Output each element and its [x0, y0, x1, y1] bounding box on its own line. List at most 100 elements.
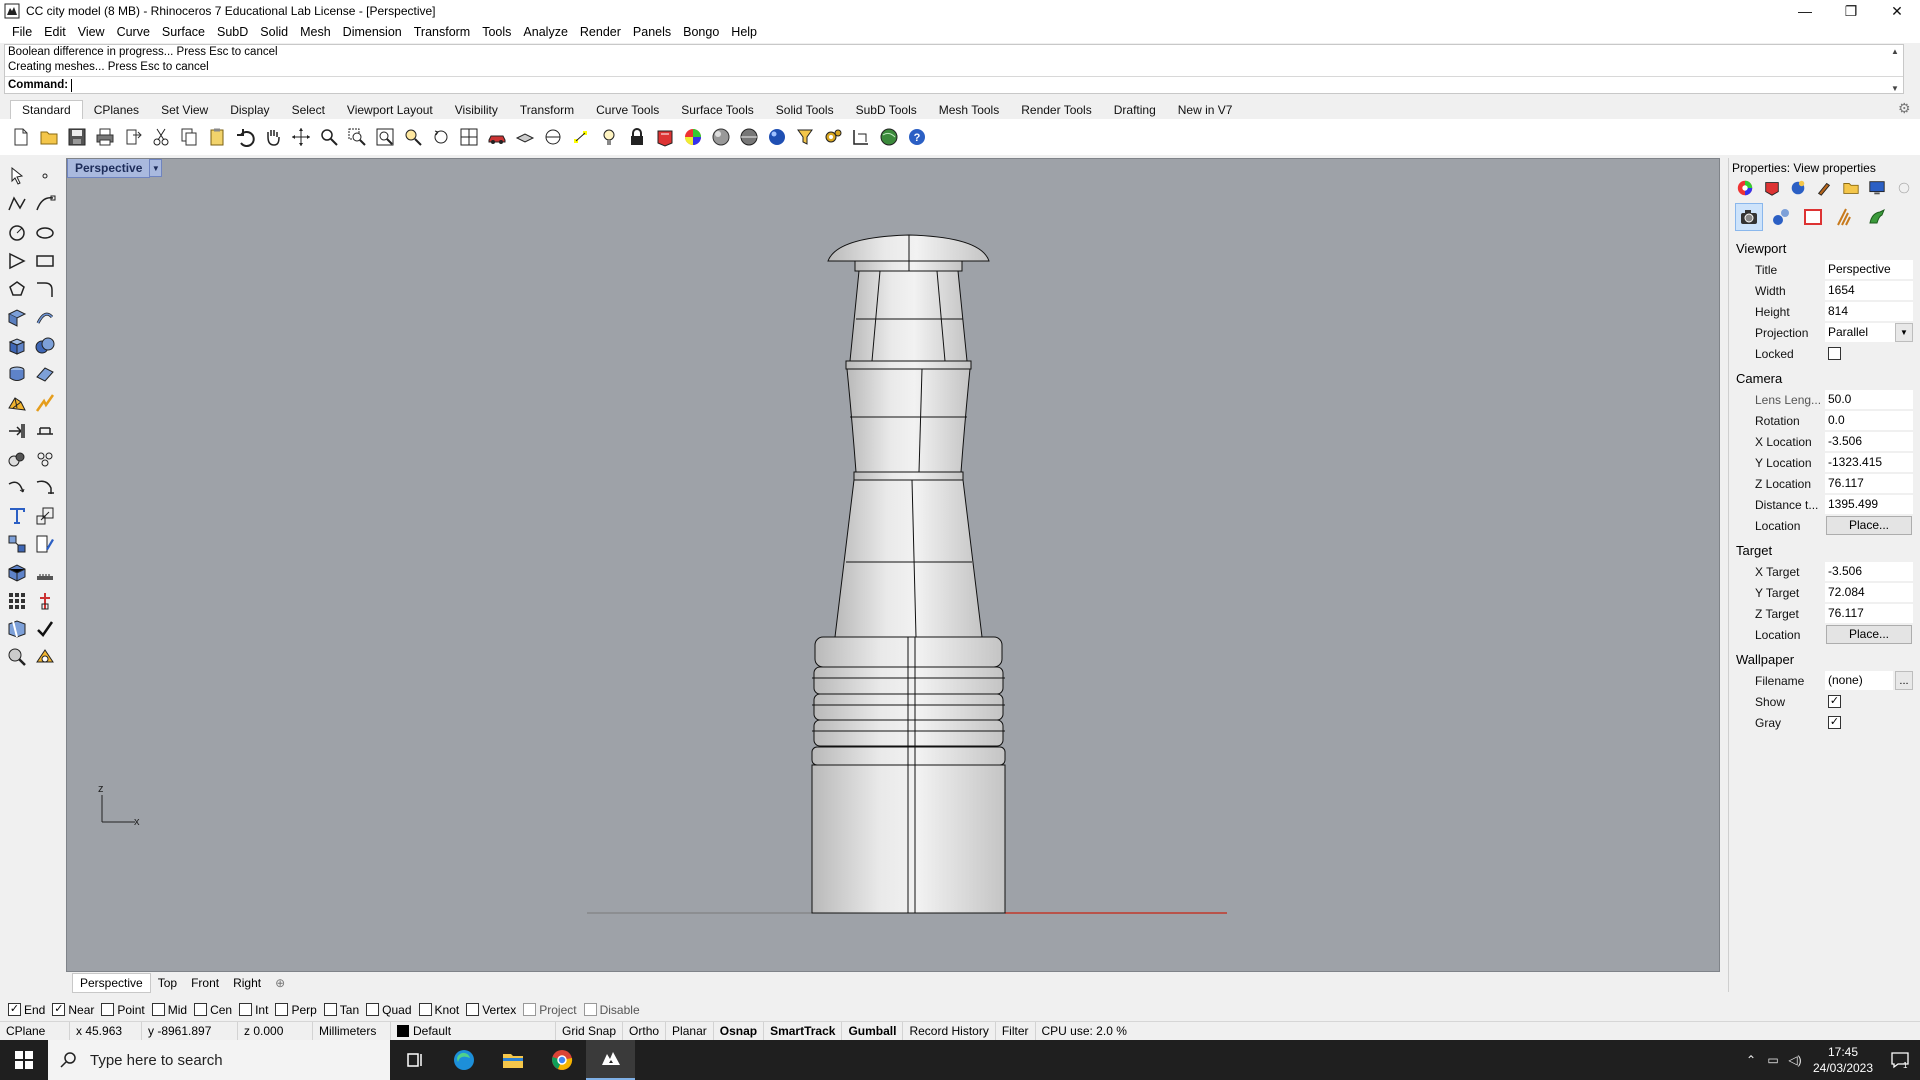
- brush-icon[interactable]: [1814, 177, 1834, 199]
- tab-standard[interactable]: Standard: [10, 100, 83, 119]
- osnap-knot-checkbox[interactable]: [418, 1003, 432, 1016]
- viewport-title[interactable]: Perspective: [67, 159, 151, 178]
- prop-ztarget-field[interactable]: 76.117: [1825, 604, 1913, 623]
- options-circle-icon[interactable]: [1894, 177, 1914, 199]
- osnap-end-checkbox[interactable]: ✓: [8, 1003, 21, 1016]
- vtab-perspective[interactable]: Perspective: [72, 973, 151, 993]
- filter-toggle[interactable]: Filter: [996, 1022, 1036, 1040]
- tab-select[interactable]: Select: [281, 101, 336, 119]
- scroll-down-icon[interactable]: ▼: [1891, 84, 1899, 93]
- osnap-cen[interactable]: Cen: [194, 1003, 232, 1017]
- prop-height-field[interactable]: 814: [1825, 302, 1913, 321]
- chevron-down-icon[interactable]: ▼: [1895, 323, 1913, 342]
- osnap-near[interactable]: ✓ Near: [52, 1003, 94, 1017]
- tab-viewport-layout[interactable]: Viewport Layout: [336, 101, 444, 119]
- menu-analyze[interactable]: Analyze: [517, 22, 573, 43]
- tab-cplanes[interactable]: CPlanes: [83, 101, 150, 119]
- fillet-curve-tool[interactable]: [31, 275, 59, 303]
- viewport-perspective[interactable]: z x Perspective ▼: [66, 158, 1720, 972]
- gumball-tool[interactable]: [31, 586, 59, 614]
- model-lower-taper[interactable]: [834, 479, 983, 638]
- analyze-surface-tool[interactable]: [3, 643, 31, 671]
- camera-place-button[interactable]: Place...: [1826, 516, 1912, 535]
- polygon-center-tool[interactable]: [3, 275, 31, 303]
- prop-ytarget-field[interactable]: 72.084: [1825, 583, 1913, 602]
- menu-mesh[interactable]: Mesh: [294, 22, 337, 43]
- osnap-near-checkbox[interactable]: ✓: [52, 1003, 66, 1016]
- prop-rotation-field[interactable]: 0.0: [1825, 411, 1913, 430]
- chevron-up-icon[interactable]: ⌃: [1740, 1053, 1762, 1067]
- paste-button[interactable]: [204, 124, 230, 150]
- prop-yloc-field[interactable]: -1323.415: [1825, 453, 1913, 472]
- scale-tool[interactable]: [31, 502, 59, 530]
- dimension-button[interactable]: [848, 124, 874, 150]
- osnap-vertex-checkbox[interactable]: [466, 1003, 480, 1016]
- show-checkbox[interactable]: ✓: [1828, 695, 1841, 708]
- shaded-button[interactable]: [708, 124, 734, 150]
- zoom-extents-button[interactable]: [372, 124, 398, 150]
- menu-render[interactable]: Render: [574, 22, 627, 43]
- tab-transform[interactable]: Transform: [509, 101, 585, 119]
- browse-button[interactable]: ...: [1895, 671, 1913, 690]
- tab-surface-tools[interactable]: Surface Tools: [670, 101, 765, 119]
- notifications-button[interactable]: 1: [1880, 1050, 1920, 1070]
- layer-indicator[interactable]: Default: [391, 1022, 556, 1040]
- tab-render-tools[interactable]: Render Tools: [1010, 101, 1103, 119]
- polygon-tool[interactable]: [3, 247, 31, 275]
- arc-tool[interactable]: [3, 473, 31, 501]
- offset-surface-tool[interactable]: [31, 360, 59, 388]
- osnap-end[interactable]: ✓ End: [8, 1003, 45, 1017]
- projection-select[interactable]: Parallel: [1825, 323, 1895, 342]
- osnap-disable[interactable]: Disable: [583, 1003, 640, 1017]
- model-view[interactable]: z x: [67, 159, 1720, 972]
- select-tool[interactable]: [3, 162, 31, 190]
- edge-app[interactable]: [439, 1040, 488, 1080]
- chevron-down-icon[interactable]: ▼: [150, 159, 163, 177]
- zoom-selected-button[interactable]: [400, 124, 426, 150]
- osnap-knot[interactable]: Knot: [418, 1003, 459, 1017]
- osnap-perp[interactable]: Perp: [275, 1003, 317, 1017]
- array-tool[interactable]: [3, 530, 31, 558]
- units-indicator[interactable]: Millimeters: [313, 1022, 391, 1040]
- osnap-point[interactable]: Point: [101, 1003, 145, 1017]
- analyze-tool[interactable]: [31, 558, 59, 586]
- osnap-mid-checkbox[interactable]: [151, 1003, 165, 1016]
- help-button[interactable]: ?: [904, 124, 930, 150]
- prop-title-field[interactable]: Perspective: [1825, 260, 1913, 279]
- text-tool[interactable]: [3, 502, 31, 530]
- rendered-button[interactable]: [736, 124, 762, 150]
- extrude-tool[interactable]: [3, 360, 31, 388]
- tab-set-view[interactable]: Set View: [150, 101, 219, 119]
- curve-tool[interactable]: [31, 190, 59, 218]
- target-place-button[interactable]: Place...: [1826, 625, 1912, 644]
- model-collar[interactable]: [845, 360, 972, 370]
- mesh-tool[interactable]: [3, 388, 31, 416]
- camera-icon[interactable]: [1735, 203, 1763, 231]
- osnap-disable-checkbox[interactable]: [583, 1003, 597, 1016]
- network-icon[interactable]: ▭: [1762, 1053, 1784, 1067]
- osnap-point-checkbox[interactable]: [101, 1003, 115, 1016]
- export-button[interactable]: [120, 124, 146, 150]
- restore-button[interactable]: ❐: [1828, 0, 1874, 22]
- circle-tool[interactable]: [3, 219, 31, 247]
- start-button[interactable]: [0, 1040, 48, 1080]
- menu-edit[interactable]: Edit: [38, 22, 72, 43]
- viewport-frame-icon[interactable]: [1799, 203, 1827, 231]
- minimize-button[interactable]: —: [1782, 0, 1828, 22]
- dimension-tool[interactable]: [3, 417, 31, 445]
- menu-tools[interactable]: Tools: [476, 22, 517, 43]
- prop-distance-field[interactable]: 1395.499: [1825, 495, 1913, 514]
- gear-icon[interactable]: ⚙: [1898, 100, 1914, 116]
- set-cplane-button[interactable]: [484, 124, 510, 150]
- sun-ray-icon[interactable]: [1831, 203, 1859, 231]
- lights-button[interactable]: [596, 124, 622, 150]
- split-tool[interactable]: [3, 615, 31, 643]
- cut-button[interactable]: [148, 124, 174, 150]
- command-input[interactable]: Command:: [5, 76, 1903, 93]
- monitor-icon[interactable]: [1867, 177, 1887, 199]
- command-scrollbar[interactable]: ▲ ▼: [1889, 47, 1901, 93]
- prop-width-field[interactable]: 1654: [1825, 281, 1913, 300]
- save-button[interactable]: [64, 124, 90, 150]
- vtab-right[interactable]: Right: [226, 974, 268, 992]
- menu-solid[interactable]: Solid: [254, 22, 294, 43]
